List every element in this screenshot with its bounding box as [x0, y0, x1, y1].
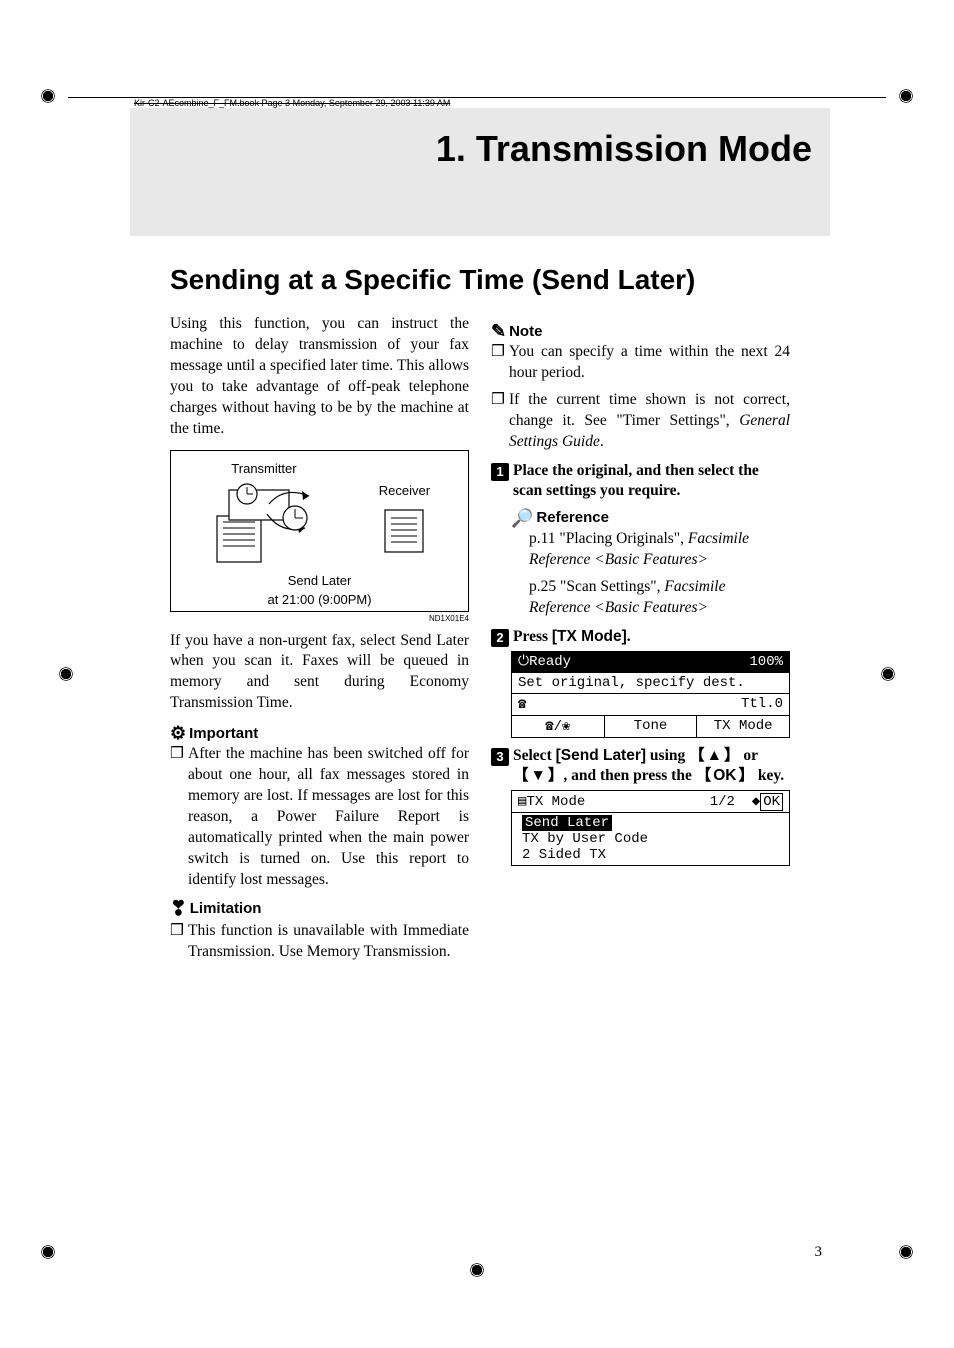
left-column: Using this function, you can instruct th…	[170, 314, 469, 969]
list-item: ❒ This function is unavailable with Imme…	[170, 921, 469, 963]
important-heading: ⚙ Important	[170, 724, 469, 742]
bullet-text: After the machine has been switched off …	[188, 744, 469, 890]
reference-label: Reference	[536, 509, 609, 526]
limitation-heading: ❣ Limitation	[170, 899, 469, 919]
lcd-menu-item: Send Later	[522, 815, 779, 831]
list-item: ❒ You can specify a time within the next…	[491, 342, 790, 384]
crop-mark	[36, 1240, 60, 1264]
step-number-icon: 2	[491, 629, 509, 647]
step-text: Press [TX Mode].	[513, 627, 631, 647]
diagram-caption: Send Later	[179, 573, 460, 588]
step-number-icon: 3	[491, 748, 509, 766]
transmitter-icon	[209, 476, 319, 566]
step-text: Place the original, and then select the …	[513, 461, 790, 501]
title-band: 1. Transmission Mode	[130, 108, 830, 236]
diagram-caption: at 21:00 (9:00PM)	[179, 592, 460, 607]
lcd-softkey: Tone	[604, 716, 697, 737]
lcd-softkey: TX Mode	[696, 716, 789, 737]
limitation-label: Limitation	[190, 900, 262, 917]
bullet-text: If the current time shown is not correct…	[509, 390, 790, 453]
diagram-label: Transmitter	[209, 461, 319, 476]
header-path: Kir-C2-AEcombine_F_FM.book Page 3 Monday…	[134, 98, 450, 108]
bullet-text: This function is unavailable with Immedi…	[188, 921, 469, 963]
crop-mark	[465, 1258, 489, 1282]
reference-heading: 🔎 Reference	[511, 509, 790, 527]
bullet-text: You can specify a time within the next 2…	[509, 342, 790, 384]
lcd-screen-2: ▤TX Mode 1/2 ◆OK Send Later TX by User C…	[511, 790, 790, 866]
note-heading: ✎ Note	[491, 322, 790, 340]
phone-icon: ☎	[518, 696, 526, 713]
crop-mark	[894, 1240, 918, 1264]
chapter-title: 1. Transmission Mode	[436, 128, 812, 170]
lcd-title: ▤TX Mode	[518, 793, 585, 810]
crop-mark	[894, 84, 918, 108]
body-text: If you have a non-urgent fax, select Sen…	[170, 631, 469, 715]
lcd-menu-item: 2 Sided TX	[522, 847, 779, 863]
reference-icon: 🔎	[511, 509, 533, 527]
limitation-icon: ❣	[170, 899, 187, 919]
reference-text: p.11 "Placing Originals", Facsimile Refe…	[529, 529, 790, 571]
body-text: Using this function, you can instruct th…	[170, 314, 469, 440]
list-item: ❒ After the machine has been switched of…	[170, 744, 469, 890]
crop-mark	[876, 662, 900, 686]
crop-mark	[36, 84, 60, 108]
lcd-percent: 100%	[749, 654, 783, 670]
section-title: Sending at a Specific Time (Send Later)	[170, 264, 790, 296]
step-1: 1 Place the original, and then select th…	[491, 461, 790, 501]
diagram-label: Receiver	[379, 483, 430, 498]
lcd-screen-1: ⏻Ready 100% Set original, specify dest. …	[511, 651, 790, 738]
step-2: 2 Press [TX Mode].	[491, 627, 790, 647]
reference-text: p.25 "Scan Settings", Facsimile Referenc…	[529, 577, 790, 619]
important-icon: ⚙	[170, 724, 186, 742]
lcd-line: Set original, specify dest.	[512, 672, 789, 693]
bullet-icon: ❒	[170, 921, 188, 963]
lcd-page: 1/2 ◆OK	[710, 793, 783, 810]
lcd-ttl: Ttl.0	[741, 696, 783, 713]
right-column: ✎ Note ❒ You can specify a time within t…	[491, 314, 790, 969]
important-label: Important	[189, 725, 258, 742]
step-text: Select [Send Later] using 【▲】 or 【▼】, an…	[513, 746, 790, 786]
page-number: 3	[815, 1244, 823, 1261]
note-label: Note	[509, 323, 542, 340]
bullet-icon: ❒	[491, 342, 509, 384]
step-number-icon: 1	[491, 463, 509, 481]
receiver-icon	[379, 498, 429, 558]
lcd-softkey: ☎/❀	[512, 716, 604, 737]
figure-ref: ND1X01E4	[170, 614, 469, 623]
crop-mark	[54, 662, 78, 686]
bullet-icon: ❒	[491, 390, 509, 453]
step-3: 3 Select [Send Later] using 【▲】 or 【▼】, …	[491, 746, 790, 786]
lcd-ready: ⏻Ready	[518, 654, 571, 670]
list-item: ❒ If the current time shown is not corre…	[491, 390, 790, 453]
lcd-menu-item: TX by User Code	[522, 831, 779, 847]
diagram: Transmitter	[170, 450, 469, 612]
note-icon: ✎	[491, 322, 506, 340]
bullet-icon: ❒	[170, 744, 188, 890]
